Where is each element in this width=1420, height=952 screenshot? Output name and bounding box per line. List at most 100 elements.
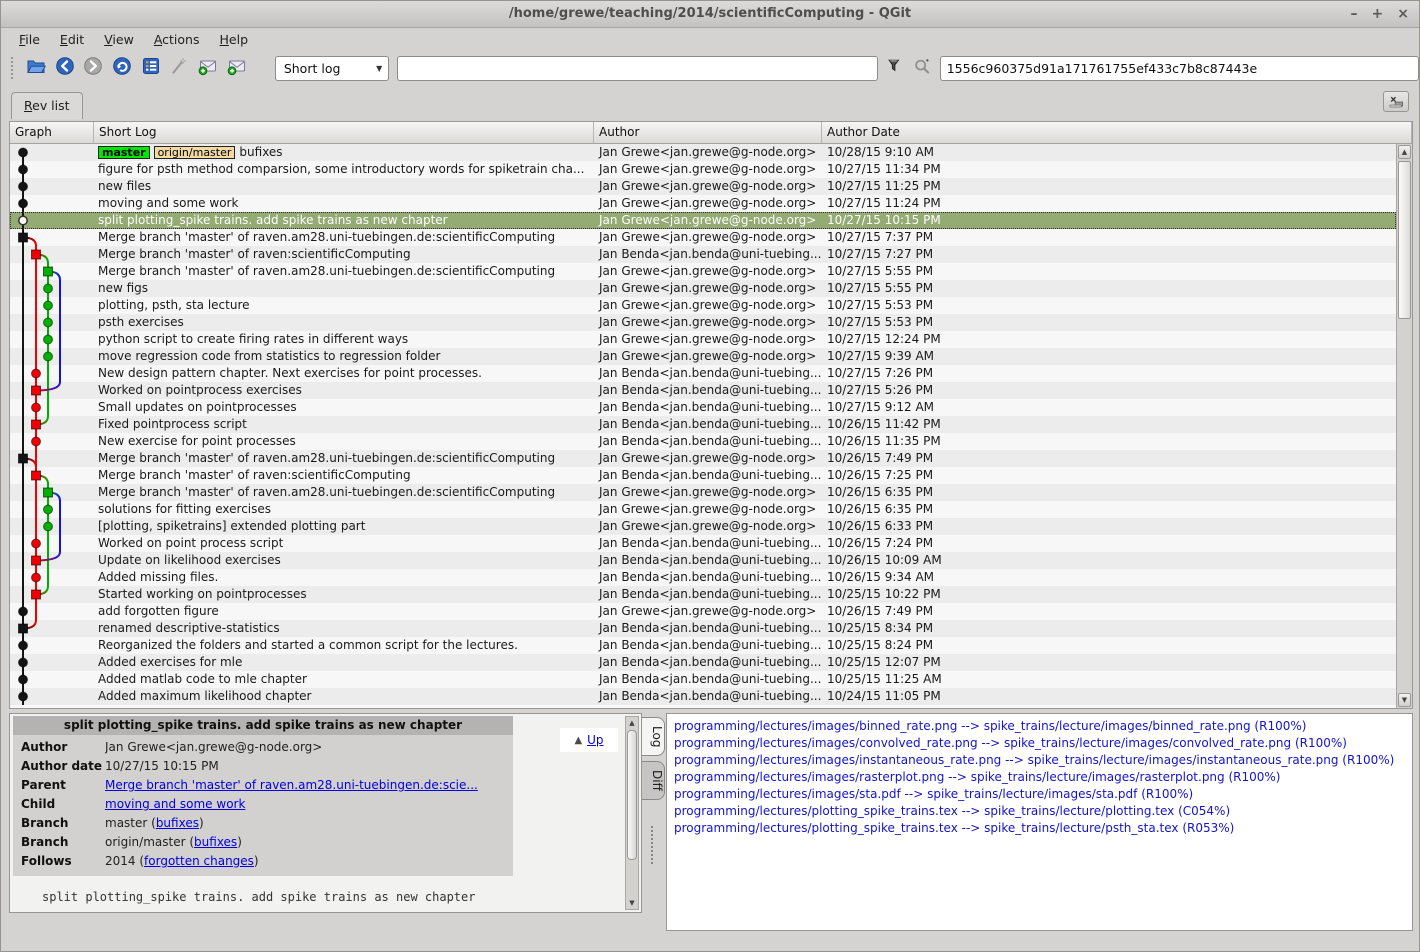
table-row[interactable]: masterorigin/masterbufixesJan Grewe<jan.… xyxy=(10,144,1396,161)
scroll-up-icon[interactable]: ▲ xyxy=(1398,145,1411,159)
tab-rev-list[interactable]: Rev list xyxy=(11,92,83,119)
table-row[interactable]: plotting, psth, sta lectureJan Grewe<jan… xyxy=(10,297,1396,314)
short-log-text: Worked on pointprocess exercises xyxy=(98,382,302,399)
commit-link[interactable]: moving and some work xyxy=(105,797,245,811)
table-row[interactable]: Update on likelihood exercisesJan Benda<… xyxy=(10,552,1396,569)
table-row[interactable]: Merge branch 'master' of raven.am28.uni-… xyxy=(10,263,1396,280)
filter-funnel-button[interactable] xyxy=(882,56,906,80)
author-date-cell: 10/24/15 11:05 PM xyxy=(822,688,1396,705)
minimize-button[interactable]: – xyxy=(1351,7,1358,21)
file-rename-entry[interactable]: programming/lectures/plotting_spike_trai… xyxy=(667,820,1412,837)
author-cell: Jan Benda<jan.benda@uni-tuebing... xyxy=(594,246,822,263)
table-row[interactable]: Worked on pointprocess exercisesJan Bend… xyxy=(10,382,1396,399)
table-row[interactable]: Reorganized the folders and started a co… xyxy=(10,637,1396,654)
table-row[interactable]: Added matlab code to mle chapterJan Bend… xyxy=(10,671,1396,688)
highlight-search-button[interactable] xyxy=(910,56,934,80)
scroll-down-icon[interactable]: ▼ xyxy=(626,897,638,909)
scroll-up-icon[interactable]: ▲ xyxy=(626,717,638,729)
toolbar-drag-handle[interactable] xyxy=(11,57,16,79)
maximize-button[interactable]: + xyxy=(1372,7,1384,21)
short-log-text: Merge branch 'master' of raven.am28.uni-… xyxy=(98,229,555,246)
table-row[interactable]: solutions for fitting exercisesJan Grewe… xyxy=(10,501,1396,518)
table-row[interactable]: psth exercisesJan Grewe<jan.grewe@g-node… xyxy=(10,314,1396,331)
menu-item-view[interactable]: View xyxy=(94,30,144,49)
table-row[interactable]: Worked on point process scriptJan Benda<… xyxy=(10,535,1396,552)
close-button[interactable]: × xyxy=(1397,7,1409,21)
commit-link[interactable]: bufixes xyxy=(156,816,199,830)
file-rename-entry[interactable]: programming/lectures/images/instantaneou… xyxy=(667,752,1412,769)
forward-button[interactable] xyxy=(80,55,107,82)
graph-cell xyxy=(10,161,94,178)
column-header-author-date[interactable]: Author Date xyxy=(822,122,1412,144)
file-rename-entry[interactable]: programming/lectures/images/convolved_ra… xyxy=(667,735,1412,752)
column-header-author[interactable]: Author xyxy=(594,122,822,144)
table-row[interactable]: move regression code from statistics to … xyxy=(10,348,1396,365)
short-log-text: Merge branch 'master' of raven.am28.uni-… xyxy=(98,263,555,280)
table-row[interactable]: figure for psth method comparsion, some … xyxy=(10,161,1396,178)
table-row[interactable]: renamed descriptive-statisticsJan Benda<… xyxy=(10,620,1396,637)
commit-link[interactable]: Merge branch 'master' of raven.am28.uni-… xyxy=(105,778,478,792)
table-row[interactable]: New design pattern chapter. Next exercis… xyxy=(10,365,1396,382)
search-input[interactable] xyxy=(397,56,878,81)
side-tab-diff[interactable]: Diff xyxy=(642,761,665,800)
commit-link[interactable]: forgotten changes xyxy=(144,854,254,868)
side-tab-log[interactable]: Log xyxy=(642,717,665,756)
table-row[interactable]: new filesJan Grewe<jan.grewe@g-node.org>… xyxy=(10,178,1396,195)
menu-item-actions[interactable]: Actions xyxy=(144,30,210,49)
short-log-cell: New design pattern chapter. Next exercis… xyxy=(94,365,594,382)
table-row[interactable]: new figsJan Grewe<jan.grewe@g-node.org>1… xyxy=(10,280,1396,297)
save-patch-button[interactable] xyxy=(195,55,222,82)
table-row[interactable]: split plotting_spike trains. add spike t… xyxy=(10,212,1396,229)
menu-item-edit[interactable]: Edit xyxy=(50,30,94,49)
scroll-down-icon[interactable]: ▼ xyxy=(1398,693,1411,707)
refresh-button[interactable] xyxy=(109,55,136,82)
author-cell: Jan Benda<jan.benda@uni-tuebing... xyxy=(594,671,822,688)
author-cell: Jan Benda<jan.benda@uni-tuebing... xyxy=(594,365,822,382)
table-row[interactable]: add forgotten figureJan Grewe<jan.grewe@… xyxy=(10,603,1396,620)
table-row[interactable]: Merge branch 'master' of raven.am28.uni-… xyxy=(10,484,1396,501)
up-navigation: ▲ Up xyxy=(560,728,618,752)
table-row[interactable]: python script to create firing rates in … xyxy=(10,331,1396,348)
table-row[interactable]: Fixed pointprocess scriptJan Benda<jan.b… xyxy=(10,416,1396,433)
table-row[interactable]: Merge branch 'master' of raven:scientifi… xyxy=(10,467,1396,484)
table-row[interactable]: Merge branch 'master' of raven:scientifi… xyxy=(10,246,1396,263)
menu-item-file[interactable]: File xyxy=(9,30,50,49)
file-rename-entry[interactable]: programming/lectures/images/binned_rate.… xyxy=(667,718,1412,735)
table-row[interactable]: Small updates on pointprocessesJan Benda… xyxy=(10,399,1396,416)
commit-link[interactable]: bufixes xyxy=(194,835,237,849)
table-row[interactable]: [plotting, spiketrains] extended plottin… xyxy=(10,518,1396,535)
view-list-button[interactable] xyxy=(137,55,164,82)
back-button[interactable] xyxy=(52,55,79,82)
author-date-cell: 10/27/15 7:27 PM xyxy=(822,246,1396,263)
column-header-short-log[interactable]: Short Log xyxy=(94,122,594,144)
up-link[interactable]: Up xyxy=(587,733,603,747)
file-rename-entry[interactable]: programming/lectures/images/rasterplot.p… xyxy=(667,769,1412,786)
rev-list-scrollbar[interactable]: ▲ ▼ xyxy=(1396,144,1412,708)
open-folder-button[interactable] xyxy=(23,55,50,82)
short-log-text: Fixed pointprocess script xyxy=(98,416,247,433)
scrollbar-thumb[interactable] xyxy=(627,730,637,860)
file-rename-entry[interactable]: programming/lectures/images/sta.pdf --> … xyxy=(667,786,1412,803)
corner-close-tab-button[interactable] xyxy=(1383,91,1409,112)
table-row[interactable]: Added exercises for mleJan Benda<jan.ben… xyxy=(10,654,1396,671)
menu-item-help[interactable]: Help xyxy=(210,30,259,49)
rev-rows: masterorigin/masterbufixesJan Grewe<jan.… xyxy=(10,144,1396,708)
sha-input[interactable] xyxy=(940,56,1419,81)
table-row[interactable]: Added maximum likelihood chapterJan Bend… xyxy=(10,688,1396,705)
table-row[interactable]: Merge branch 'master' of raven.am28.uni-… xyxy=(10,229,1396,246)
table-row[interactable]: Added missing files.Jan Benda<jan.benda@… xyxy=(10,569,1396,586)
apply-patch-button[interactable] xyxy=(223,55,250,82)
table-row[interactable]: Merge branch 'master' of raven.am28.uni-… xyxy=(10,450,1396,467)
author-cell: Jan Benda<jan.benda@uni-tuebing... xyxy=(594,637,822,654)
file-rename-entry[interactable]: programming/lectures/plotting_spike_trai… xyxy=(667,803,1412,820)
table-row[interactable]: Started working on pointprocessesJan Ben… xyxy=(10,586,1396,603)
wand-button[interactable] xyxy=(166,55,193,82)
table-row[interactable]: New exercise for point processesJan Bend… xyxy=(10,433,1396,450)
detail-scrollbar[interactable]: ▲ ▼ xyxy=(625,716,639,910)
column-header-graph[interactable]: Graph xyxy=(10,122,94,144)
short-log-text: psth exercises xyxy=(98,314,184,331)
scrollbar-thumb[interactable] xyxy=(1398,161,1411,319)
log-view-combobox[interactable]: Short log ▼ xyxy=(275,56,389,81)
splitter-handle[interactable] xyxy=(651,826,655,864)
table-row[interactable]: moving and some workJan Grewe<jan.grewe@… xyxy=(10,195,1396,212)
